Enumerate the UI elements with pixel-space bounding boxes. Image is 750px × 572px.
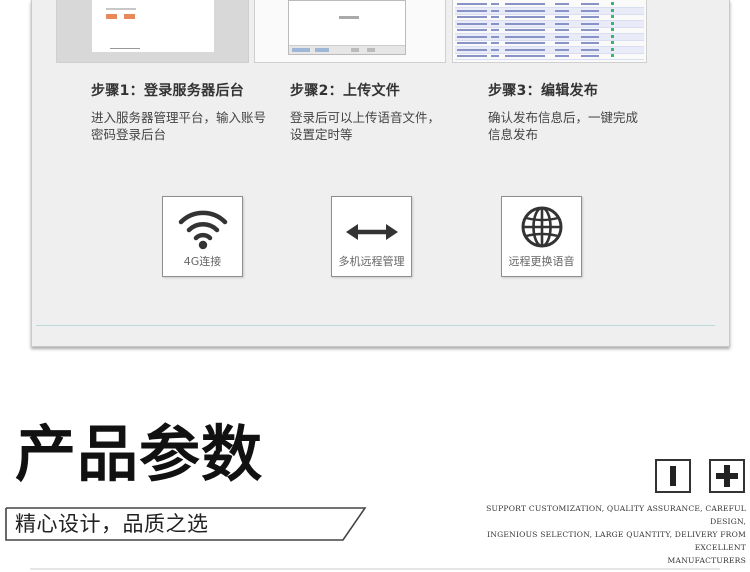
english-tagline: SUPPORT CUSTOMIZATION, QUALITY ASSURANCE… (486, 504, 746, 565)
publish-screenshot-thumbnail (452, 0, 647, 63)
step-3-description: 确认发布信息后，一键完成 信息发布 (488, 110, 639, 142)
plus-icon (709, 459, 745, 493)
step-2-title: 步骤2：上传文件 (290, 83, 401, 99)
panel-divider (36, 325, 715, 326)
step-2-description: 登录后可以上传语音文件， 设置定时等 (290, 110, 441, 142)
feature-label: 远程更换语音 (508, 255, 575, 268)
step-3-title: 步骤3：编辑发布 (488, 83, 599, 99)
upload-screenshot-thumbnail (254, 0, 446, 63)
feature-multi-remote-management: 多机远程管理 (331, 196, 412, 277)
feature-remote-voice-change: 远程更换语音 (501, 196, 582, 277)
bottom-divider (30, 568, 720, 570)
step-1-description: 进入服务器管理平台，输入账号 密码登录后台 (91, 110, 267, 142)
upload-dialog-image (288, 0, 406, 55)
feature-4g-connection: 4G连接 (162, 196, 243, 277)
section-title: 产品参数 (15, 419, 264, 490)
login-screenshot-thumbnail (56, 0, 249, 63)
double-arrow-icon (345, 224, 398, 240)
step-1-title: 步骤1：登录服务器后台 (91, 83, 245, 99)
feature-label: 多机远程管理 (338, 255, 405, 268)
bar-icon (655, 459, 691, 493)
table-row (455, 53, 644, 60)
feature-label: 4G连接 (183, 255, 222, 268)
section-slogan: 精心设计，品质之选 (15, 512, 209, 536)
wifi-icon (178, 210, 227, 250)
globe-icon (521, 206, 562, 248)
